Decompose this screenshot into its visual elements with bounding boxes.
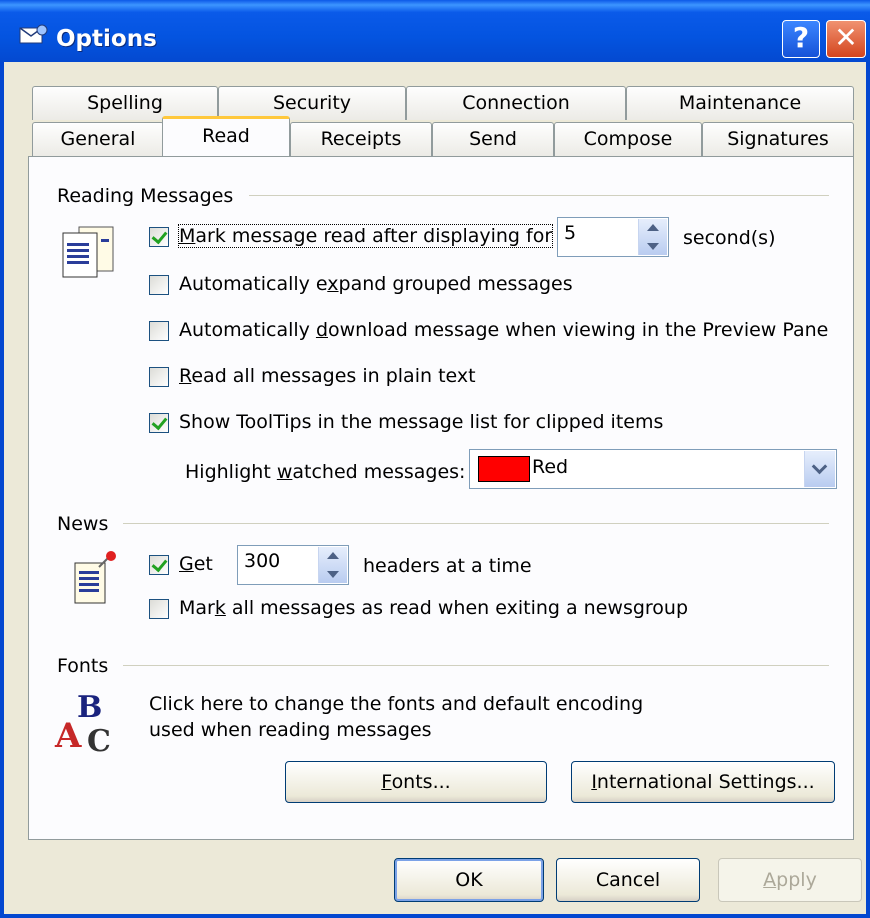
spinner-buttons[interactable] — [638, 219, 667, 255]
highlight-color-value: Red — [532, 456, 569, 478]
get-headers-label[interactable]: Get — [179, 553, 213, 575]
dropdown-arrow[interactable] — [804, 451, 835, 487]
tab-signatures[interactable]: Signatures — [702, 122, 854, 156]
tab-label: General — [60, 128, 136, 150]
tooltips-checkbox[interactable] — [149, 413, 169, 433]
highlight-color-select[interactable]: Red — [469, 449, 837, 489]
headers-count-value[interactable]: 300 — [244, 550, 280, 572]
tab-general[interactable]: General — [32, 122, 164, 156]
headers-at-a-time-label: headers at a time — [363, 555, 532, 577]
close-button[interactable]: ✕ — [826, 20, 866, 58]
news-icon — [74, 551, 116, 604]
reading-messages-icon — [62, 226, 114, 278]
spin-down-icon[interactable] — [647, 243, 659, 250]
tab-compose[interactable]: Compose — [554, 122, 702, 156]
mark-read-seconds-spinner[interactable]: 5 — [557, 217, 669, 257]
fonts-abc-icon: B A C — [54, 690, 111, 757]
tooltips-label[interactable]: Show ToolTips in the message list for cl… — [179, 411, 663, 433]
headers-count-spinner[interactable]: 300 — [237, 545, 349, 585]
tab-label: Receipts — [320, 128, 402, 150]
get-headers-checkbox[interactable] — [149, 555, 169, 575]
fonts-group-label: Fonts — [57, 655, 117, 677]
spinner-buttons[interactable] — [318, 547, 347, 583]
cancel-button[interactable]: Cancel — [556, 858, 700, 902]
read-tab-panel: Reading Messages Mark message read after… — [28, 156, 854, 840]
tab-label: Read — [202, 125, 250, 147]
tab-read[interactable]: Read — [162, 116, 290, 156]
seconds-label: second(s) — [683, 227, 776, 249]
tab-label: Security — [272, 92, 352, 114]
highlight-watched-label: Highlight watched messages: — [185, 461, 466, 483]
window-border-right — [866, 62, 870, 918]
expand-grouped-checkbox[interactable] — [149, 275, 169, 295]
help-button[interactable]: ? — [782, 20, 820, 58]
mark-all-read-checkbox[interactable] — [149, 599, 169, 619]
svg-text:A: A — [54, 716, 82, 756]
spin-up-icon[interactable] — [647, 224, 659, 231]
spin-down-icon[interactable] — [327, 571, 339, 578]
color-swatch — [478, 456, 530, 482]
tab-label: Maintenance — [678, 92, 802, 114]
mark-read-after-label[interactable]: Mark message read after displaying for — [177, 224, 554, 248]
mark-all-read-label[interactable]: Mark all messages as read when exiting a… — [179, 597, 688, 619]
ok-button[interactable]: OK — [394, 858, 544, 902]
group-divider — [123, 665, 829, 666]
tab-label: Compose — [583, 128, 673, 150]
tab-maintenance[interactable]: Maintenance — [626, 86, 854, 120]
fonts-button[interactable]: Fonts... — [285, 761, 547, 803]
window-border-bottom — [0, 914, 870, 918]
tab-label: Spelling — [87, 92, 163, 114]
plain-text-checkbox[interactable] — [149, 367, 169, 387]
download-preview-label[interactable]: Automatically download message when view… — [179, 319, 828, 341]
plain-text-label[interactable]: Read all messages in plain text — [179, 365, 476, 387]
svg-text:C: C — [87, 724, 111, 757]
fonts-description-line1: Click here to change the fonts and defau… — [149, 693, 644, 715]
international-settings-button[interactable]: International Settings... — [571, 761, 835, 803]
options-window: Options ? ✕ Spelling Security Connection… — [0, 0, 870, 918]
group-divider — [249, 195, 829, 196]
mark-read-after-checkbox[interactable] — [149, 227, 169, 247]
download-preview-checkbox[interactable] — [149, 321, 169, 341]
expand-grouped-label[interactable]: Automatically expand grouped messages — [179, 273, 573, 295]
apply-button[interactable]: Apply — [718, 858, 862, 902]
tab-send[interactable]: Send — [432, 122, 554, 156]
group-divider — [123, 523, 829, 524]
reading-messages-group-label: Reading Messages — [57, 185, 242, 207]
tab-label: Connection — [462, 92, 570, 114]
tab-connection[interactable]: Connection — [406, 86, 626, 120]
tab-security[interactable]: Security — [218, 86, 406, 120]
tab-label: Send — [469, 128, 517, 150]
close-icon: ✕ — [834, 21, 858, 54]
help-icon: ? — [792, 21, 810, 54]
mark-read-seconds-value[interactable]: 5 — [564, 222, 576, 244]
tab-receipts[interactable]: Receipts — [290, 122, 432, 156]
spin-up-icon[interactable] — [327, 552, 339, 559]
options-app-icon — [19, 24, 48, 44]
chevron-down-icon — [811, 458, 828, 475]
tab-spelling[interactable]: Spelling — [32, 86, 218, 120]
tab-label: Signatures — [727, 128, 829, 150]
news-group-label: News — [57, 513, 117, 535]
title-bar[interactable]: Options ? ✕ — [0, 0, 870, 62]
window-title: Options — [56, 26, 157, 52]
fonts-description-line2: used when reading messages — [149, 719, 432, 741]
